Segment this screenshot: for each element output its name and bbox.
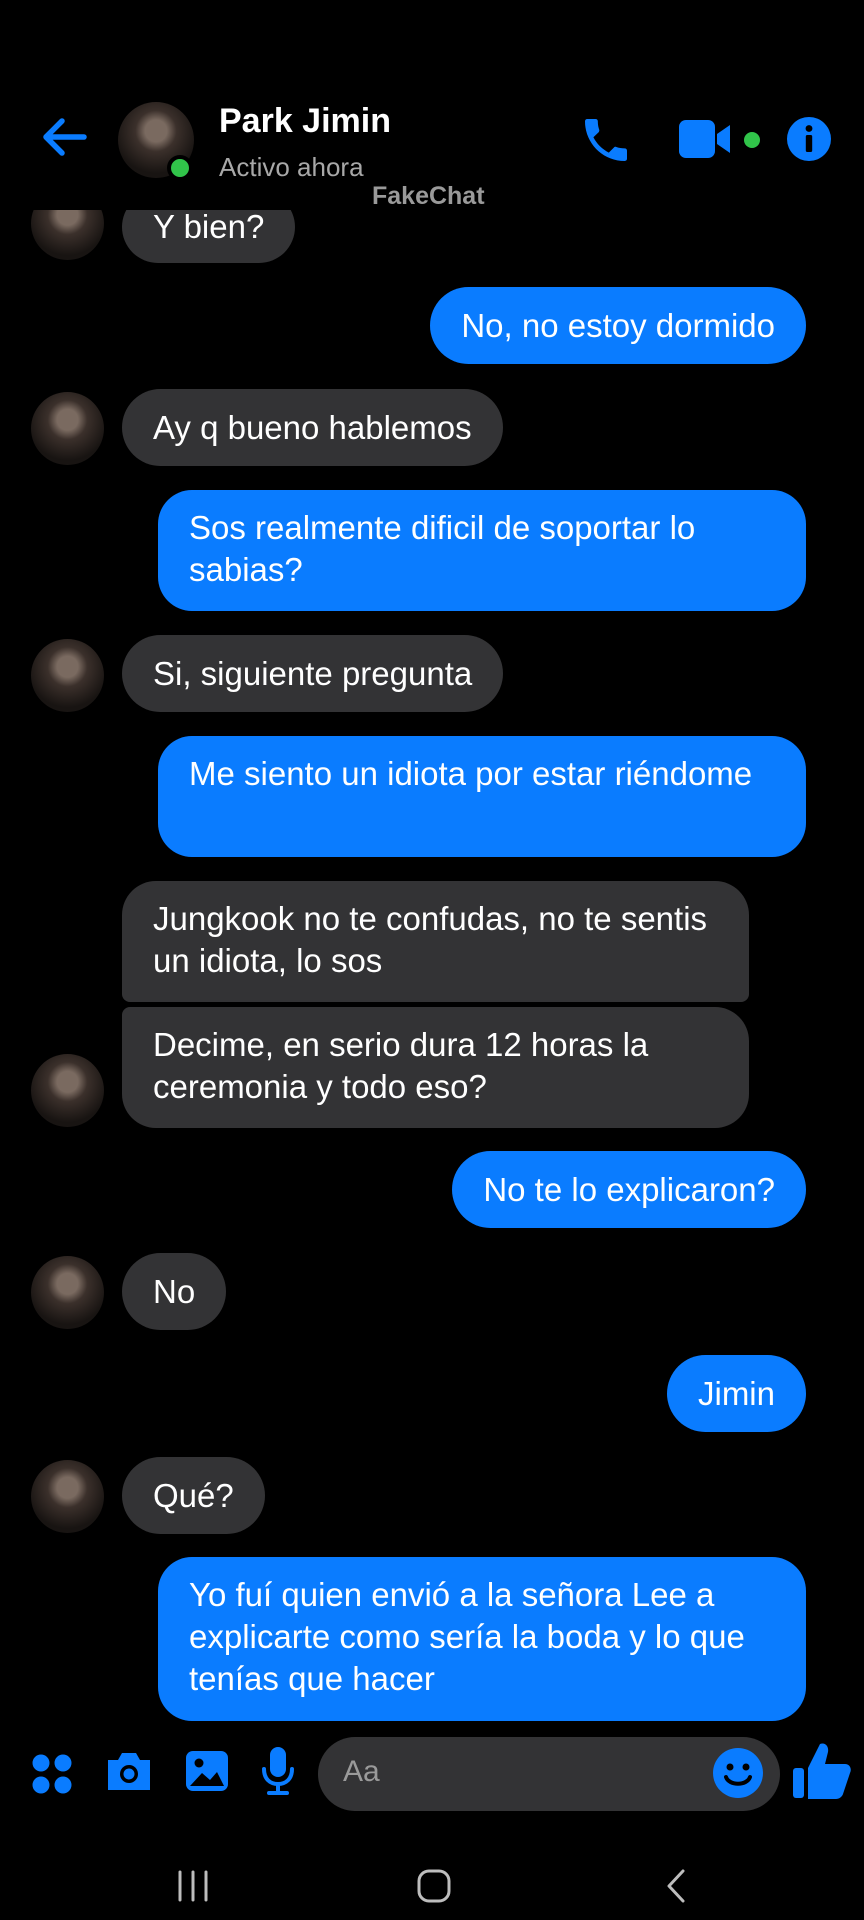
message-bubble-incoming[interactable]: Qué? xyxy=(122,1457,265,1534)
video-camera-icon[interactable] xyxy=(678,116,736,162)
message-bubble-incoming[interactable]: Ay q bueno hablemos xyxy=(122,389,503,466)
system-nav-bar xyxy=(0,1820,864,1920)
online-indicator xyxy=(167,155,193,181)
message-bubble-outgoing[interactable]: Sos realmente dificil de soportar lo sab… xyxy=(158,490,806,611)
back-arrow-icon[interactable] xyxy=(40,112,90,162)
chat-screen: Y bien? No, no estoy dormido Ay q bueno … xyxy=(0,0,864,1920)
message-bubble-incoming[interactable]: Si, siguiente pregunta xyxy=(122,635,504,712)
message-bubble-outgoing[interactable]: Jimin xyxy=(666,1355,806,1432)
gallery-icon[interactable] xyxy=(184,1748,230,1794)
message-bubble-incoming[interactable]: No xyxy=(122,1253,227,1330)
contact-avatar[interactable] xyxy=(31,1256,104,1329)
contact-avatar[interactable] xyxy=(31,639,104,712)
contact-avatar[interactable] xyxy=(31,392,104,465)
contact-name[interactable]: Park Jimin xyxy=(219,102,391,141)
phone-icon[interactable] xyxy=(578,112,634,168)
message-bubble-outgoing[interactable]: Me siento un idiota por estar riéndome xyxy=(158,736,806,857)
contact-status: Activo ahora xyxy=(219,152,364,182)
contact-avatar[interactable] xyxy=(31,1054,104,1127)
camera-icon[interactable] xyxy=(104,1748,154,1794)
message-bubble-outgoing[interactable]: No, no estoy dormido xyxy=(430,287,806,364)
thumbs-up-icon[interactable] xyxy=(790,1738,854,1802)
contact-avatar[interactable] xyxy=(31,1460,104,1533)
message-bubble-outgoing[interactable]: No te lo explicaron? xyxy=(452,1151,806,1228)
message-bubble-outgoing[interactable]: Yo fuí quien envió a la señora Lee a exp… xyxy=(158,1557,806,1721)
video-active-indicator xyxy=(744,132,760,148)
back-nav-icon[interactable] xyxy=(664,1868,688,1904)
recent-apps-icon[interactable] xyxy=(176,1870,210,1902)
message-input[interactable] xyxy=(318,1737,780,1811)
home-icon[interactable] xyxy=(416,1868,452,1904)
apps-grid-icon[interactable] xyxy=(30,1752,74,1796)
message-input-placeholder: Aa xyxy=(343,1755,380,1788)
chat-header: Park Jimin Activo ahora xyxy=(0,0,864,210)
message-bubble-incoming[interactable]: Jungkook no te confudas, no te sentis un… xyxy=(122,881,749,1002)
emoji-icon[interactable] xyxy=(712,1747,764,1799)
microphone-icon[interactable] xyxy=(259,1745,297,1797)
info-icon[interactable] xyxy=(786,116,832,162)
message-bubble-incoming[interactable]: Decime, en serio dura 12 horas la ceremo… xyxy=(122,1007,749,1128)
watermark: FakeChat xyxy=(372,182,485,210)
